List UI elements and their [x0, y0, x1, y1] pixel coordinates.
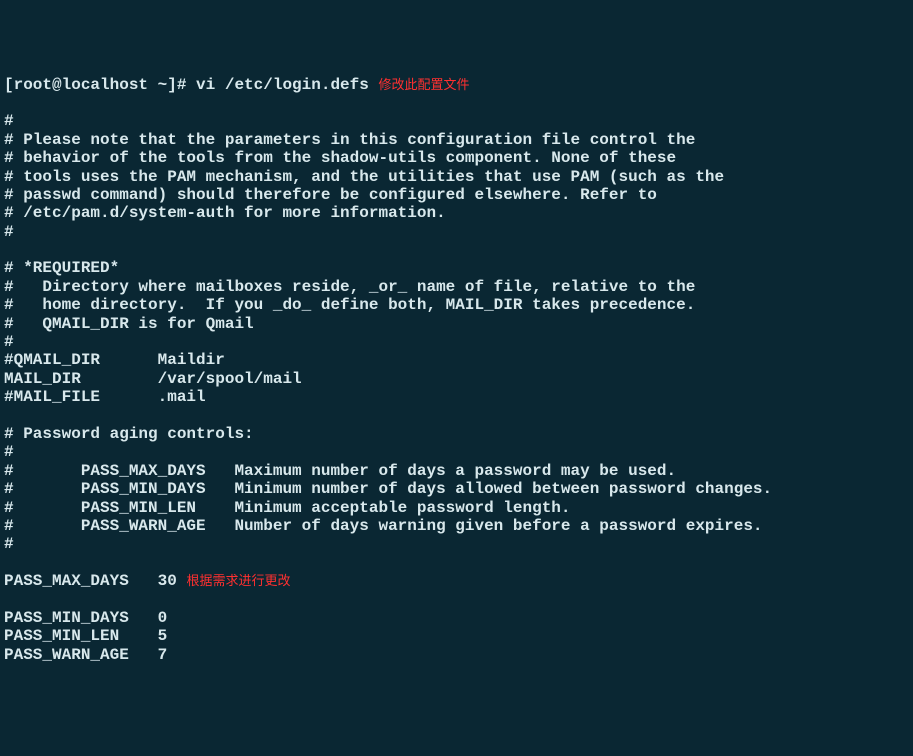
file-content: ## Please note that the parameters in th…	[4, 112, 909, 553]
file-line: # tools uses the PAM mechanism, and the …	[4, 168, 909, 186]
pass-config-lines: PASS_MIN_DAYS 0PASS_MIN_LEN 5PASS_WARN_A…	[4, 609, 909, 664]
file-line: # PASS_MIN_LEN Minimum acceptable passwo…	[4, 499, 909, 517]
file-line: # behavior of the tools from the shadow-…	[4, 149, 909, 167]
file-line	[4, 407, 909, 425]
file-line: # Please note that the parameters in thi…	[4, 131, 909, 149]
file-line: # PASS_WARN_AGE Number of days warning g…	[4, 517, 909, 535]
file-line: #	[4, 333, 909, 351]
file-line: # QMAIL_DIR is for Qmail	[4, 315, 909, 333]
shell-prompt-command: [root@localhost ~]# vi /etc/login.defs	[4, 76, 378, 94]
file-line: #QMAIL_DIR Maildir	[4, 351, 909, 369]
annotation-bottom: 根据需求进行更改	[186, 574, 290, 589]
file-line: # passwd command) should therefore be co…	[4, 186, 909, 204]
file-line: # PASS_MIN_DAYS Minimum number of days a…	[4, 480, 909, 498]
file-line: #	[4, 443, 909, 461]
command-prompt-line: [root@localhost ~]# vi /etc/login.defs 修…	[4, 76, 909, 94]
file-line: #	[4, 223, 909, 241]
pass-config-line: PASS_MIN_DAYS 0	[4, 609, 909, 627]
file-line: # PASS_MAX_DAYS Maximum number of days a…	[4, 462, 909, 480]
file-line: # *REQUIRED*	[4, 259, 909, 277]
pass-config-line: PASS_WARN_AGE 7	[4, 646, 909, 664]
file-line: # home directory. If you _do_ define bot…	[4, 296, 909, 314]
annotation-top: 修改此配置文件	[378, 78, 469, 93]
pass-config-line: PASS_MIN_LEN 5	[4, 627, 909, 645]
file-line: #	[4, 535, 909, 553]
file-line: #MAIL_FILE .mail	[4, 388, 909, 406]
file-line: #	[4, 112, 909, 130]
pass-max-days-line: PASS_MAX_DAYS 30 根据需求进行更改	[4, 572, 909, 590]
file-line: # /etc/pam.d/system-auth for more inform…	[4, 204, 909, 222]
file-line	[4, 241, 909, 259]
file-line: MAIL_DIR /var/spool/mail	[4, 370, 909, 388]
file-line: # Directory where mailboxes reside, _or_…	[4, 278, 909, 296]
pass-max-days-value: PASS_MAX_DAYS 30	[4, 572, 186, 590]
file-line: # Password aging controls:	[4, 425, 909, 443]
